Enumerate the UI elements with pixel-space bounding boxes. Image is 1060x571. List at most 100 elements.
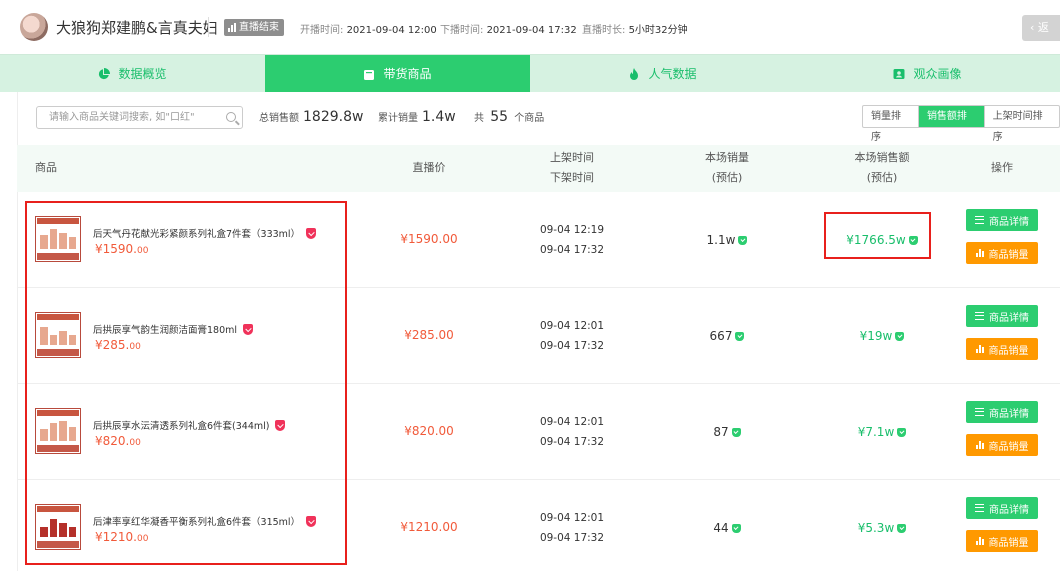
page-header: 大狼狗郑建鹏&言真夫妇 直播结束 开播时间: 2021-09-04 12:00 … [0, 0, 1060, 54]
bag-icon [364, 69, 375, 80]
start-time: 开播时间: 2021-09-04 12:00 [300, 21, 437, 36]
product-detail-button[interactable]: 商品详情 [966, 305, 1038, 327]
amount-value: ¥19w [859, 329, 893, 343]
product-name[interactable]: 后拱辰享气韵生润颜洁面膏180ml [93, 322, 254, 336]
price-main: ¥820. [95, 434, 130, 448]
button-label: 商品详情 [989, 504, 1029, 516]
total-sales-value: 1829.8w [303, 109, 364, 125]
product-thumbnail[interactable] [35, 408, 81, 454]
off-time: 09-04 17:32 [539, 340, 605, 352]
sales-volume: 667 [687, 329, 767, 343]
search-placeholder: 请输入商品关键词搜索, 如"口红" [49, 112, 195, 123]
on-time: 09-04 12:01 [539, 512, 605, 524]
tab-popularity[interactable]: 人气数据 [530, 55, 795, 92]
bar-chart-icon [228, 23, 236, 32]
button-label: 商品详情 [989, 216, 1029, 228]
sort-by-volume-button[interactable]: 销量排序 [863, 106, 919, 143]
price-cents: 00 [137, 246, 149, 256]
tab-products[interactable]: 带货商品 [265, 55, 530, 92]
product-name[interactable]: 后天气丹花献光彩紧颜系列礼盒7件套（333ml） [93, 226, 317, 240]
product-sales-button[interactable]: 商品销量 [966, 338, 1038, 360]
avatar[interactable] [20, 13, 48, 41]
bar-chart-icon [975, 537, 984, 545]
back-button[interactable]: ‹ 返 [1022, 15, 1060, 41]
product-thumbnail[interactable] [35, 504, 81, 550]
shelf-times: 09-04 12:01 09-04 17:32 [527, 412, 617, 452]
product-price: ¥1210.00 [95, 530, 148, 544]
off-time: 09-04 17:32 [539, 244, 605, 256]
bar-chart-icon [975, 345, 984, 353]
list-icon [975, 504, 984, 512]
header-live-price: 直播价 [412, 161, 446, 174]
amount-value: ¥1766.5w [846, 233, 906, 247]
live-price: ¥285.00 [404, 328, 454, 342]
product-detail-button[interactable]: 商品详情 [966, 497, 1038, 519]
total-sales-label: 总销售额 [259, 113, 299, 124]
tab-bar: 数据概览 带货商品 人气数据 观众画像 [0, 54, 1060, 92]
price-cents: 00 [129, 342, 141, 352]
product-thumbnail[interactable] [35, 312, 81, 358]
shield-icon [306, 228, 317, 239]
tab-audience[interactable]: 观众画像 [795, 55, 1060, 92]
product-sales-button[interactable]: 商品销量 [966, 530, 1038, 552]
product-detail-button[interactable]: 商品详情 [966, 209, 1038, 231]
product-count: 共 55 个商品 [474, 109, 544, 125]
amount-value: ¥5.3w [857, 521, 895, 535]
product-name[interactable]: 后拱辰享水沄清透系列礼盒6件套(344ml) [93, 418, 286, 432]
product-name-text: 后津率享红华凝香平衡系列礼盒6件套（315ml） [93, 517, 301, 528]
table-row: 后天气丹花献光彩紧颜系列礼盒7件套（333ml） ¥1590.00 ¥1590.… [17, 192, 1060, 288]
price-main: ¥285. [95, 338, 130, 352]
volume-value: 87 [713, 425, 729, 439]
sales-volume: 44 [687, 521, 767, 535]
button-label: 商品详情 [989, 408, 1029, 420]
volume-value: 44 [713, 521, 729, 535]
tab-label: 带货商品 [383, 67, 432, 81]
end-time: 下播时间: 2021-09-04 17:32 [440, 21, 577, 36]
price-cents: 00 [129, 438, 141, 448]
product-name-text: 后天气丹花献光彩紧颜系列礼盒7件套（333ml） [93, 229, 301, 240]
header-on-time: 上架时间 [550, 151, 594, 164]
anchor-name[interactable]: 大狼狗郑建鹏&言真夫妇 [56, 17, 218, 38]
price-cents: 00 [137, 534, 149, 544]
start-time-value: 2021-09-04 12:00 [346, 25, 437, 36]
off-time: 09-04 17:32 [539, 436, 605, 448]
product-sales-button[interactable]: 商品销量 [966, 434, 1038, 456]
product-sales-button[interactable]: 商品销量 [966, 242, 1038, 264]
product-detail-button[interactable]: 商品详情 [966, 401, 1038, 423]
tab-overview[interactable]: 数据概览 [0, 55, 265, 92]
sales-volume: 1.1w [687, 233, 767, 247]
live-price: ¥820.00 [404, 424, 454, 438]
sales-amount: ¥7.1w [837, 425, 927, 439]
count-suffix: 个商品 [514, 113, 545, 124]
header-volume-sub: (预估) [711, 171, 743, 184]
verified-icon [895, 332, 905, 341]
button-label: 商品销量 [988, 345, 1029, 357]
sort-by-time-button[interactable]: 上架时间排序 [985, 106, 1059, 143]
volume-value: 667 [709, 329, 733, 343]
shield-icon [243, 324, 254, 335]
price-main: ¥1210. [95, 530, 137, 544]
sort-button-group: 销量排序 销售额排序 上架时间排序 [862, 105, 1060, 143]
product-name[interactable]: 后津率享红华凝香平衡系列礼盒6件套（315ml） [93, 514, 317, 528]
on-time: 09-04 12:19 [539, 224, 605, 236]
sort-by-amount-button[interactable]: 销售额排序 [918, 106, 985, 143]
duration: 直播时长: 5小时32分钟 [582, 21, 688, 36]
total-sales: 总销售额 1829.8w [259, 109, 363, 125]
on-time: 09-04 12:01 [539, 416, 605, 428]
list-icon [975, 408, 984, 416]
product-thumbnail[interactable] [35, 216, 81, 262]
duration-value: 5小时32分钟 [628, 25, 688, 36]
product-price: ¥1590.00 [95, 242, 148, 256]
end-time-value: 2021-09-04 17:32 [486, 25, 577, 36]
off-time: 09-04 17:32 [539, 532, 605, 544]
shelf-times: 09-04 12:19 09-04 17:32 [527, 220, 617, 260]
product-price: ¥820.00 [95, 434, 141, 448]
verified-icon [731, 524, 741, 533]
search-input[interactable]: 请输入商品关键词搜索, 如"口红" [36, 106, 243, 129]
button-label: 商品销量 [988, 249, 1029, 261]
profile-card-icon [893, 68, 905, 79]
header-volume: 本场销量 [705, 151, 749, 164]
search-icon[interactable] [226, 112, 236, 122]
price-main: ¥1590. [95, 242, 137, 256]
sales-amount: ¥5.3w [837, 521, 927, 535]
